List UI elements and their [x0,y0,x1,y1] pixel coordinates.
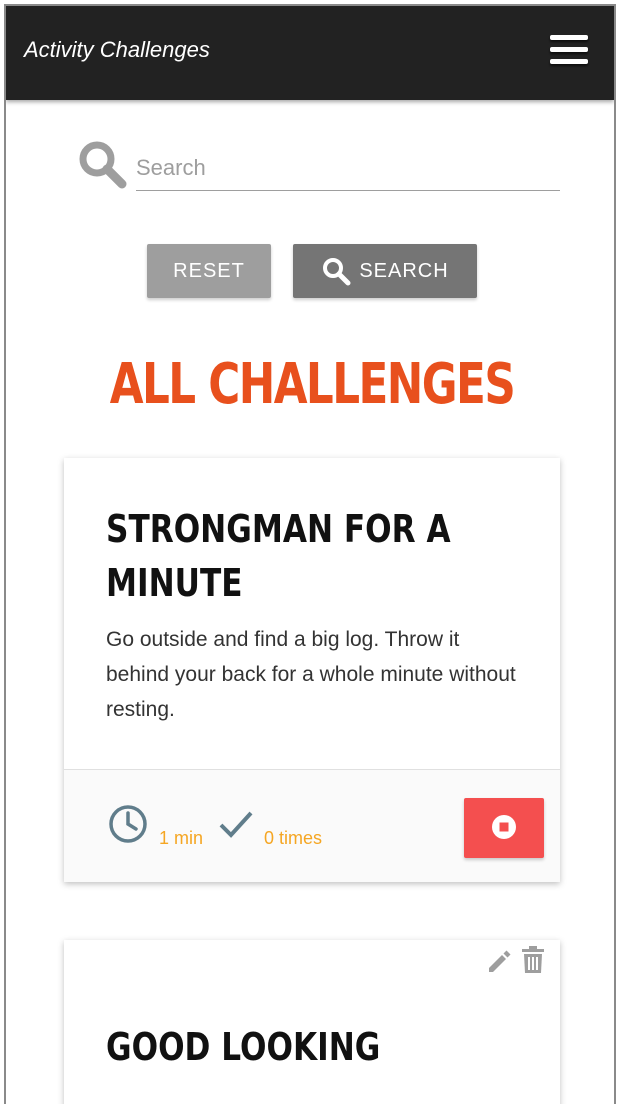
challenge-footer: 1 min 0 times [64,769,560,882]
stop-icon [492,814,516,839]
hamburger-menu-icon[interactable] [550,35,588,69]
clock-icon [109,805,147,843]
pencil-icon[interactable] [486,948,512,974]
check-icon [219,811,253,838]
page-heading: ALL CHALLENGES [109,352,516,417]
top-navbar: Activity Challenges [6,6,614,100]
challenge-card: GOOD LOOKING [64,940,560,1104]
search-button-label: SEARCH [359,259,449,282]
challenge-completed-count: 0 times [264,828,323,848]
search-row [76,138,562,202]
search-input[interactable] [136,146,560,191]
search-icon [323,258,351,286]
brand-title[interactable]: Activity Challenges [24,37,210,63]
search-icon [79,141,127,189]
trash-icon[interactable] [520,946,546,974]
challenge-title: GOOD LOOKING [106,1025,381,1069]
search-button[interactable]: SEARCH [293,244,477,298]
app-frame: Activity Challenges RESET SEARCH ALL CHA… [4,4,616,1104]
challenge-duration: 1 min [159,828,204,848]
challenge-title: STRONGMAN FOR A MINUTE [106,507,451,605]
reset-button[interactable]: RESET [147,244,271,298]
menu-bar [550,59,588,64]
challenge-card: STRONGMAN FOR A MINUTE Go outside and fi… [64,458,560,882]
challenge-description: Go outside and find a big log. Throw it … [106,628,516,721]
menu-bar [550,35,588,40]
stop-challenge-button[interactable] [464,798,544,858]
menu-bar [550,47,588,52]
